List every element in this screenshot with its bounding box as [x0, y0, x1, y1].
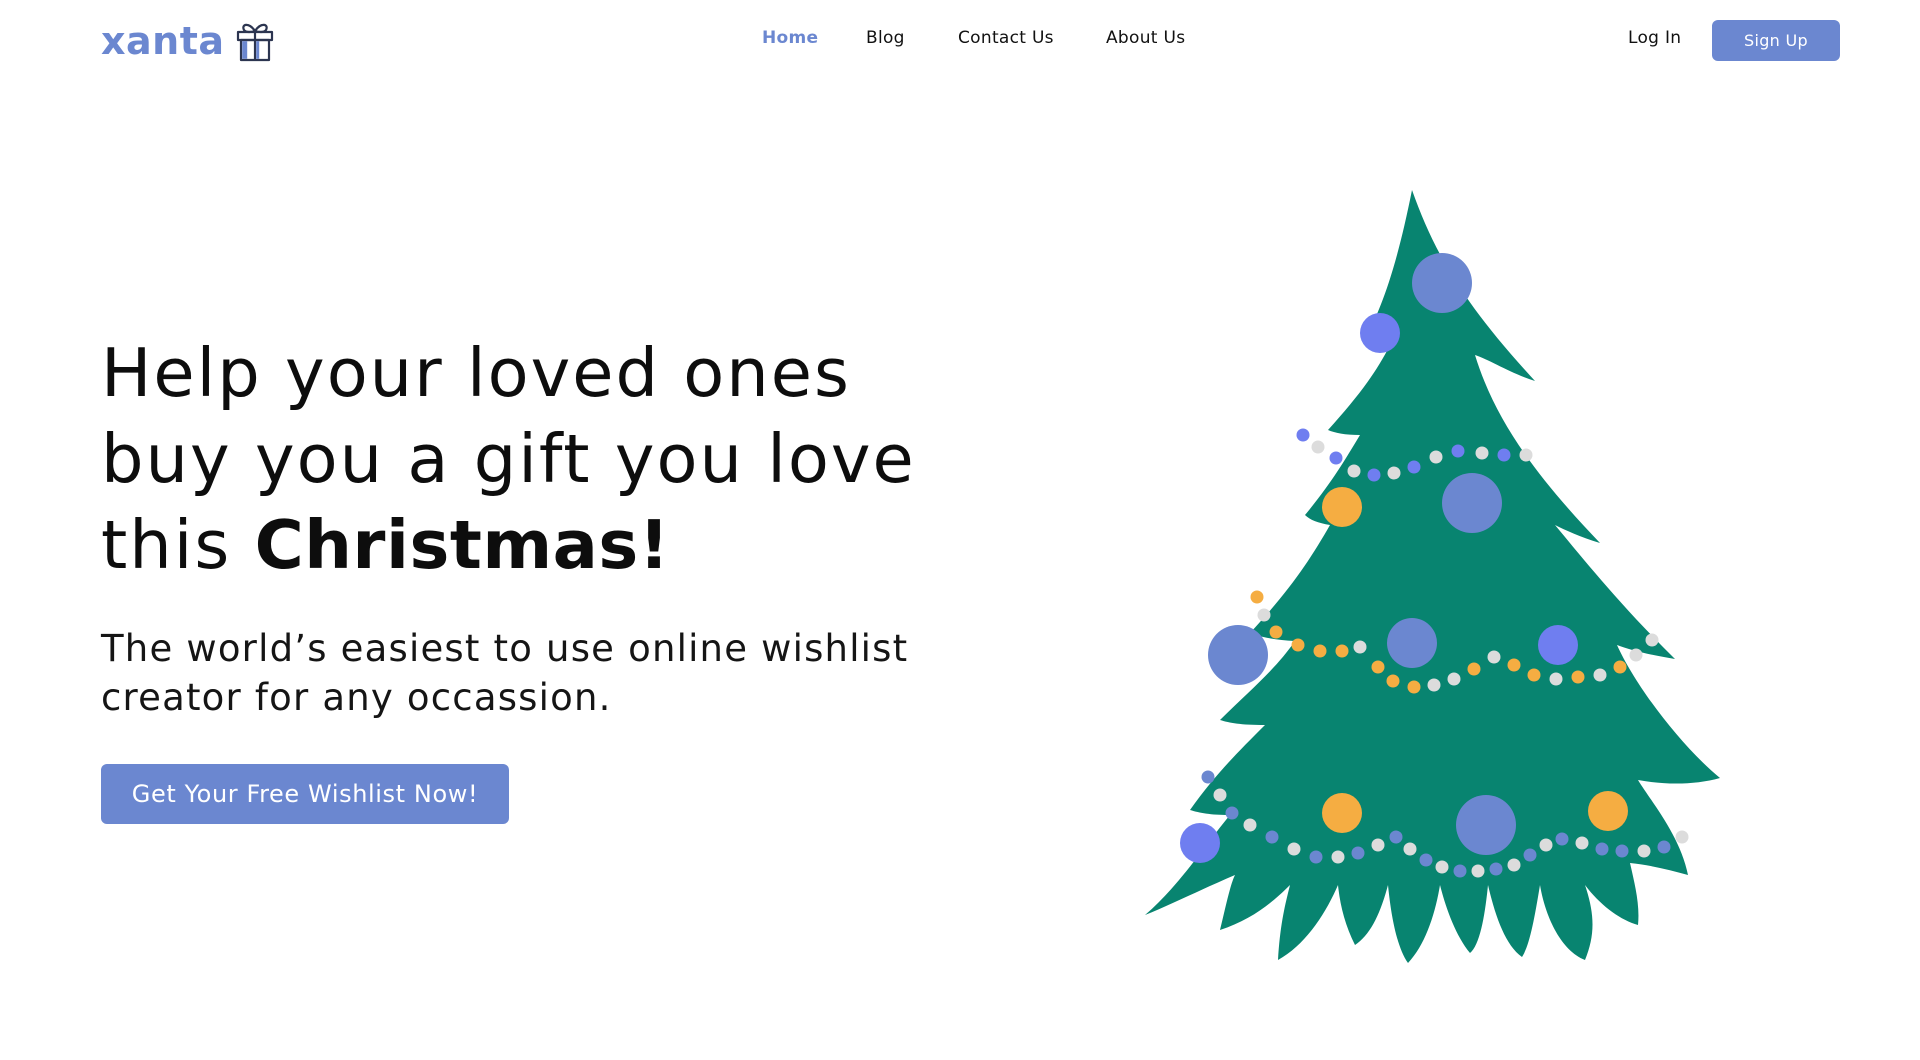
garland-bead — [1507, 658, 1521, 672]
hero-subtitle-line-1: The world’s easiest to use online wishli… — [101, 627, 909, 670]
garland-bead — [1657, 840, 1671, 854]
garland-bead — [1575, 836, 1589, 850]
garland-bead — [1291, 638, 1305, 652]
tree-ornament — [1442, 473, 1502, 533]
garland-bead — [1269, 625, 1283, 639]
tree-ornament — [1412, 253, 1472, 313]
garland-bead — [1287, 842, 1301, 856]
garland-bead — [1367, 468, 1381, 482]
tree-ornament — [1588, 791, 1628, 831]
hero-title-line-1: Help your loved ones — [101, 334, 851, 412]
login-link[interactable]: Log In — [1628, 28, 1681, 48]
garland-bead — [1471, 864, 1485, 878]
garland-bead — [1523, 848, 1537, 862]
garland-bead — [1475, 446, 1489, 460]
garland-bead — [1213, 788, 1227, 802]
garland-bead — [1309, 850, 1323, 864]
garland-bead — [1407, 680, 1421, 694]
garland-bead — [1435, 860, 1449, 874]
signup-button[interactable]: Sign Up — [1712, 20, 1840, 61]
garland-bead — [1387, 466, 1401, 480]
site-header: xanta Home Blog Contact Us About Us Log … — [0, 0, 1920, 82]
garland-bead — [1243, 818, 1257, 832]
garland-bead — [1403, 842, 1417, 856]
nav-link-contact-us[interactable]: Contact Us — [958, 28, 1054, 48]
garland-bead — [1371, 660, 1385, 674]
garland-bead — [1347, 464, 1361, 478]
garland-bead — [1507, 858, 1521, 872]
garland-bead — [1595, 842, 1609, 856]
tree-ornament — [1322, 793, 1362, 833]
garland-bead — [1645, 633, 1659, 647]
garland-bead — [1331, 850, 1345, 864]
garland-bead — [1451, 444, 1465, 458]
garland-bead — [1225, 806, 1239, 820]
garland-bead — [1571, 670, 1585, 684]
garland-bead — [1351, 846, 1365, 860]
garland-bead — [1519, 448, 1533, 462]
garland-bead — [1549, 672, 1563, 686]
garland-bead — [1487, 650, 1501, 664]
garland-bead — [1613, 660, 1627, 674]
nav-link-blog[interactable]: Blog — [866, 28, 905, 48]
tree-ornament — [1538, 625, 1578, 665]
tree-ornament — [1208, 625, 1268, 685]
garland-bead — [1329, 451, 1343, 465]
garland-bead — [1389, 830, 1403, 844]
christmas-tree-illustration — [1145, 190, 1720, 963]
hero-title-highlight: Christmas! — [254, 506, 670, 584]
tree-ornament — [1180, 823, 1220, 863]
tree-ornament — [1322, 487, 1362, 527]
garland-bead — [1453, 864, 1467, 878]
garland-bead — [1555, 832, 1569, 846]
garland-bead — [1527, 668, 1541, 682]
hero-subtitle-line-2: creator for any occassion. — [101, 676, 612, 719]
garland-bead — [1419, 853, 1433, 867]
garland-bead — [1257, 608, 1271, 622]
garland-bead — [1386, 674, 1400, 688]
garland-bead — [1615, 844, 1629, 858]
garland-bead — [1539, 838, 1553, 852]
garland-bead — [1313, 644, 1327, 658]
hero-title-line-3-prefix: this — [101, 506, 255, 584]
garland-bead — [1427, 678, 1441, 692]
garland-bead — [1429, 450, 1443, 464]
garland-bead — [1637, 844, 1651, 858]
hero-title-line-2: buy you a gift you love — [101, 420, 916, 498]
tree-ornament — [1456, 795, 1516, 855]
garland-bead — [1629, 648, 1643, 662]
hero-title: Help your loved ones buy you a gift you … — [101, 330, 981, 588]
garland-bead — [1593, 668, 1607, 682]
tree-ornament — [1387, 618, 1437, 668]
hero-subtitle: The world’s easiest to use online wishli… — [101, 624, 981, 722]
garland-bead — [1407, 460, 1421, 474]
garland-bead — [1335, 644, 1349, 658]
garland-bead — [1311, 440, 1325, 454]
garland-bead — [1201, 770, 1215, 784]
garland-bead — [1371, 838, 1385, 852]
garland-bead — [1447, 672, 1461, 686]
garland-bead — [1265, 830, 1279, 844]
tree-ornament — [1360, 313, 1400, 353]
garland-bead — [1497, 448, 1511, 462]
nav-link-home[interactable]: Home — [762, 28, 818, 48]
garland-bead — [1489, 862, 1503, 876]
get-free-wishlist-button[interactable]: Get Your Free Wishlist Now! — [101, 764, 509, 824]
landing-page: xanta Home Blog Contact Us About Us Log … — [0, 0, 1920, 1060]
garland-bead — [1675, 830, 1689, 844]
garland-bead — [1250, 590, 1264, 604]
garland-bead — [1353, 640, 1367, 654]
garland-bead — [1467, 662, 1481, 676]
garland-bead — [1296, 428, 1310, 442]
nav-link-about-us[interactable]: About Us — [1106, 28, 1185, 48]
